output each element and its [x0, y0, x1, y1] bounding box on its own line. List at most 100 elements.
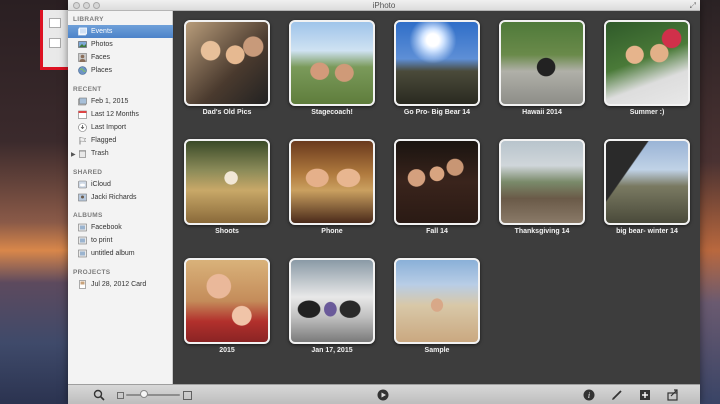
event-caption: Sample — [424, 347, 450, 354]
event-caption: Dad's Old Pics — [202, 109, 252, 116]
event-tile[interactable]: Dad's Old Pics — [184, 20, 270, 116]
add-to-icon[interactable] — [638, 388, 652, 402]
event-thumbnail[interactable] — [499, 20, 585, 106]
search-icon[interactable] — [92, 388, 106, 402]
sidebar-item-trash[interactable]: Trash — [68, 147, 173, 160]
share-icon[interactable] — [666, 388, 680, 402]
edit-pencil-icon[interactable] — [610, 388, 624, 402]
event-tile[interactable]: Go Pro- Big Bear 14 — [394, 20, 480, 116]
sidebar-item-places[interactable]: Places — [68, 64, 173, 77]
desktop-background-right — [700, 0, 720, 404]
event-thumbnail[interactable] — [184, 139, 270, 225]
event-tile[interactable]: Thanksgiving 14 — [499, 139, 585, 235]
calendar-icon — [78, 110, 87, 119]
sidebar-item-events[interactable]: Events — [68, 25, 173, 38]
event-thumbnail[interactable] — [289, 20, 375, 106]
event-tile[interactable]: Stagecoach! — [289, 20, 375, 116]
event-caption: Go Pro- Big Bear 14 — [403, 109, 471, 116]
event-caption: 2015 — [219, 347, 235, 354]
event-caption: Thanksgiving 14 — [514, 228, 570, 235]
sidebar-item-label: Places — [91, 67, 113, 74]
iphoto-window: iPhoto ⤢ LIBRARY Events Photos Faces Pla… — [68, 0, 700, 404]
svg-text:i: i — [588, 391, 590, 400]
sidebar-item-icloud[interactable]: iCloud — [68, 178, 173, 191]
sidebar-item-label: Last 12 Months — [91, 111, 139, 118]
photos-icon — [78, 40, 87, 49]
sidebar-item-label: Events — [91, 28, 113, 35]
event-tile[interactable]: Phone — [289, 139, 375, 235]
event-thumbnail[interactable] — [394, 139, 480, 225]
sidebar-item-last-12-months[interactable]: Last 12 Months — [68, 108, 173, 121]
sidebar-item-label: untitled album — [91, 250, 135, 257]
event-thumbnail[interactable] — [184, 258, 270, 344]
zoom-slider-knob[interactable] — [140, 390, 148, 398]
sidebar-item-facebook[interactable]: Facebook — [68, 221, 173, 234]
event-icon — [78, 97, 87, 106]
sidebar-item-flagged[interactable]: Flagged — [68, 134, 173, 147]
sidebar-item-photos[interactable]: Photos — [68, 38, 173, 51]
event-thumbnail[interactable] — [499, 139, 585, 225]
slideshow-play-icon[interactable] — [376, 388, 390, 402]
event-tile[interactable]: Hawaii 2014 — [499, 20, 585, 116]
album-icon — [78, 236, 87, 245]
faces-icon — [78, 53, 87, 62]
section-header-projects: PROJECTS — [73, 269, 111, 276]
event-caption: Fall 14 — [426, 228, 448, 235]
event-caption: Jan 17, 2015 — [311, 347, 353, 354]
section-header-shared: SHARED — [73, 169, 103, 176]
section-header-recent: RECENT — [73, 86, 102, 93]
event-thumbnail[interactable] — [289, 139, 375, 225]
album-icon — [78, 223, 87, 232]
event-caption: Phone — [321, 228, 343, 235]
bottom-toolbar: i — [68, 384, 700, 404]
title-bar[interactable]: iPhoto ⤢ — [68, 0, 700, 11]
sidebar-item-jacki-richards[interactable]: Jacki Richards — [68, 191, 173, 204]
section-header-library: LIBRARY — [73, 16, 104, 23]
event-tile[interactable]: Fall 14 — [394, 139, 480, 235]
event-tile[interactable]: Shoots — [184, 139, 270, 235]
background-window-button[interactable] — [49, 18, 61, 28]
event-thumbnail[interactable] — [184, 20, 270, 106]
zoom-in-icon[interactable] — [182, 388, 192, 402]
window-title: iPhoto — [372, 1, 396, 10]
sidebar-item-label: Last Import — [91, 124, 127, 131]
sidebar-item-label: Faces — [91, 54, 111, 61]
event-tile[interactable]: Sample — [394, 258, 480, 354]
zoom-slider-track[interactable] — [126, 394, 180, 396]
sidebar-item-faces[interactable]: Faces — [68, 51, 173, 64]
event-tile[interactable]: Summer :) — [604, 20, 690, 116]
sidebar-item-label: to print — [91, 237, 113, 244]
event-tile[interactable]: 2015 — [184, 258, 270, 354]
sidebar-item-untitled-album[interactable]: untitled album — [68, 247, 173, 260]
event-caption: Summer :) — [629, 109, 665, 116]
info-icon[interactable]: i — [582, 388, 596, 402]
fullscreen-icon[interactable]: ⤢ — [690, 1, 696, 10]
zoom-out-icon[interactable] — [116, 388, 124, 402]
event-thumbnail[interactable] — [394, 258, 480, 344]
sidebar-item-label: Jacki Richards — [91, 194, 137, 201]
sidebar-item-feb-1-2015[interactable]: Feb 1, 2015 — [68, 95, 173, 108]
event-caption: Shoots — [215, 228, 239, 235]
shared-stream-icon — [78, 193, 87, 202]
event-thumbnail[interactable] — [394, 20, 480, 106]
sidebar-item-last-import[interactable]: Last Import — [68, 121, 173, 134]
event-thumbnail[interactable] — [604, 139, 690, 225]
section-header-albums: ALBUMS — [73, 212, 103, 219]
background-window-button[interactable] — [49, 38, 61, 48]
sidebar-item-to-print[interactable]: to print — [68, 234, 173, 247]
event-caption: big bear- winter 14 — [616, 228, 678, 235]
sidebar-item-label: Flagged — [91, 137, 117, 144]
event-tile[interactable]: Jan 17, 2015 — [289, 258, 375, 354]
event-thumbnail[interactable] — [289, 258, 375, 344]
flag-icon — [78, 136, 87, 145]
sidebar-item-jul-28-2012-card[interactable]: Jul 28, 2012 Card — [68, 278, 173, 291]
sidebar-item-label: Facebook — [91, 224, 122, 231]
icloud-icon — [78, 180, 87, 189]
sidebar-item-label: Trash — [91, 150, 109, 157]
sidebar-item-label: Photos — [91, 41, 113, 48]
event-tile[interactable]: big bear- winter 14 — [604, 139, 690, 235]
event-caption: Hawaii 2014 — [522, 109, 562, 116]
album-icon — [78, 249, 87, 258]
event-thumbnail[interactable] — [604, 20, 690, 106]
sidebar-item-label: Jul 28, 2012 Card — [91, 281, 147, 288]
